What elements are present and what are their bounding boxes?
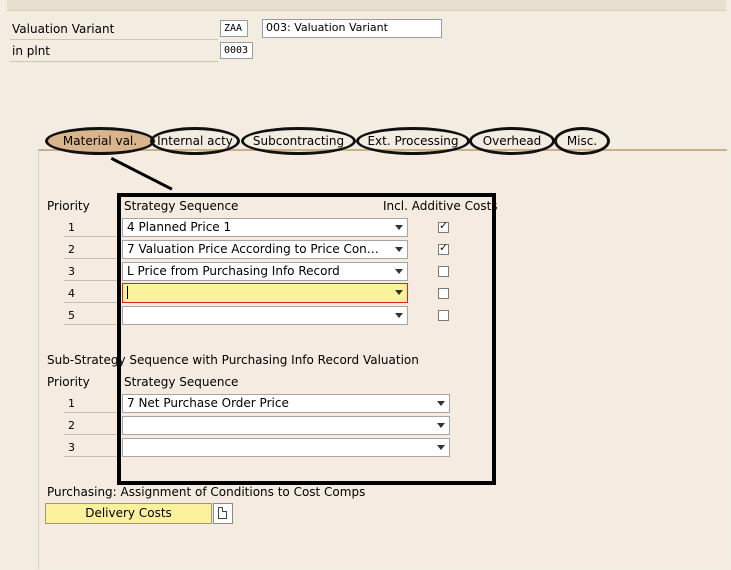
row-divider	[64, 434, 121, 435]
tab-material-val[interactable]: Material val.	[45, 127, 155, 155]
row-divider	[10, 61, 218, 62]
detail-button[interactable]	[213, 503, 233, 524]
priority-number: 1	[68, 397, 75, 410]
priority-number: 2	[68, 419, 75, 432]
priority-header: Priority	[47, 199, 90, 213]
substrategy-priority-header: Priority	[47, 375, 90, 389]
tab-subcontracting[interactable]: Subcontracting	[241, 127, 356, 155]
row-divider	[64, 302, 121, 303]
tab-ext-processing[interactable]: Ext. Processing	[356, 127, 470, 155]
valuation-variant-label: Valuation Variant	[12, 22, 115, 36]
plant-label: in plnt	[12, 44, 51, 58]
tab-misc[interactable]: Misc.	[554, 127, 610, 155]
priority-number: 2	[68, 243, 75, 256]
row-divider	[64, 324, 121, 325]
tab-overhead[interactable]: Overhead	[469, 127, 555, 155]
row-divider	[64, 236, 121, 237]
valuation-variant-input[interactable]: ZAA	[220, 20, 248, 37]
row-divider	[10, 39, 218, 40]
priority-number: 5	[68, 309, 75, 322]
priority-number: 4	[68, 287, 75, 300]
priority-number: 3	[68, 265, 75, 278]
priority-number: 3	[68, 441, 75, 454]
title-strip	[7, 0, 726, 11]
row-divider	[64, 412, 121, 413]
plant-input[interactable]: 0003	[220, 42, 253, 59]
highlight-box	[117, 193, 496, 485]
tab-internal-acty[interactable]: Internal acty	[150, 127, 240, 155]
row-divider	[64, 456, 121, 457]
valuation-variant-description: 003: Valuation Variant	[262, 19, 442, 38]
row-divider	[64, 280, 121, 281]
document-icon	[218, 507, 227, 519]
row-divider	[64, 258, 121, 259]
priority-number: 1	[68, 221, 75, 234]
purchasing-title: Purchasing: Assignment of Conditions to …	[47, 485, 366, 499]
delivery-costs-button[interactable]: Delivery Costs	[45, 503, 212, 524]
